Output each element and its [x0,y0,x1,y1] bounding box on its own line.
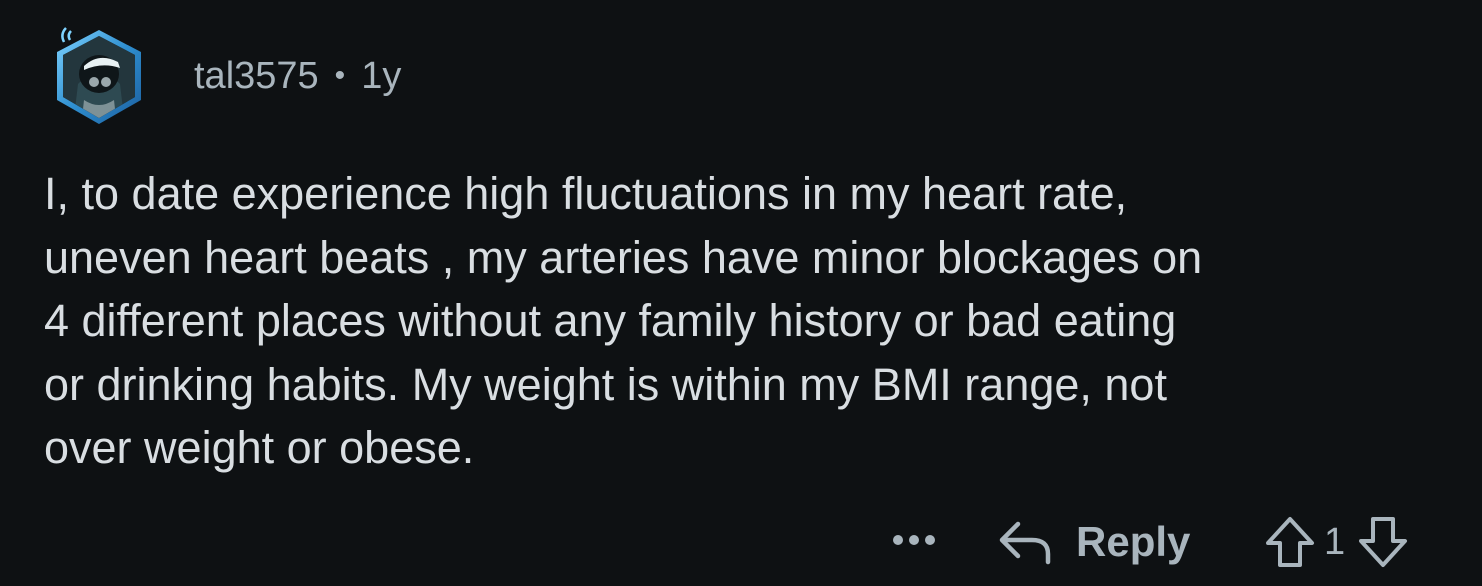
avatar[interactable] [44,22,154,132]
username-link[interactable]: tal3575 [194,55,319,98]
reply-arrow-icon [999,521,1051,565]
comment-meta: tal3575 • 1y [194,55,401,98]
comment-body-line: or drinking habits. My weight is within … [44,358,1167,410]
comment-header: tal3575 • 1y [44,22,401,132]
comment-age: 1y [361,54,402,97]
avatar-image [57,27,141,124]
comment-actions: Reply 1 [0,510,1482,572]
ellipsis-icon [893,535,935,545]
reply-button[interactable]: Reply [996,514,1190,570]
more-options-button[interactable] [884,520,944,560]
vote-controls: 1 [1262,514,1411,570]
arrow-down-icon [1359,517,1408,567]
comment: tal3575 • 1y I, to date experience high … [0,0,1482,586]
comment-body: I, to date experience high fluctuations … [44,162,1454,480]
comment-body-line: over weight or obese. [44,422,475,473]
comment-body-line: I, to date experience high fluctuations … [44,168,1128,219]
downvote-button[interactable] [1355,514,1411,570]
comment-body-line: uneven heart beats , my arteries have mi… [44,231,1203,283]
meta-separator: • [334,59,346,92]
comment-body-line: 4 different places without any family hi… [44,295,1177,346]
reply-label: Reply [1076,518,1191,565]
arrow-up-icon [1266,517,1314,567]
upvote-button[interactable] [1262,514,1318,570]
vote-score: 1 [1324,520,1346,563]
